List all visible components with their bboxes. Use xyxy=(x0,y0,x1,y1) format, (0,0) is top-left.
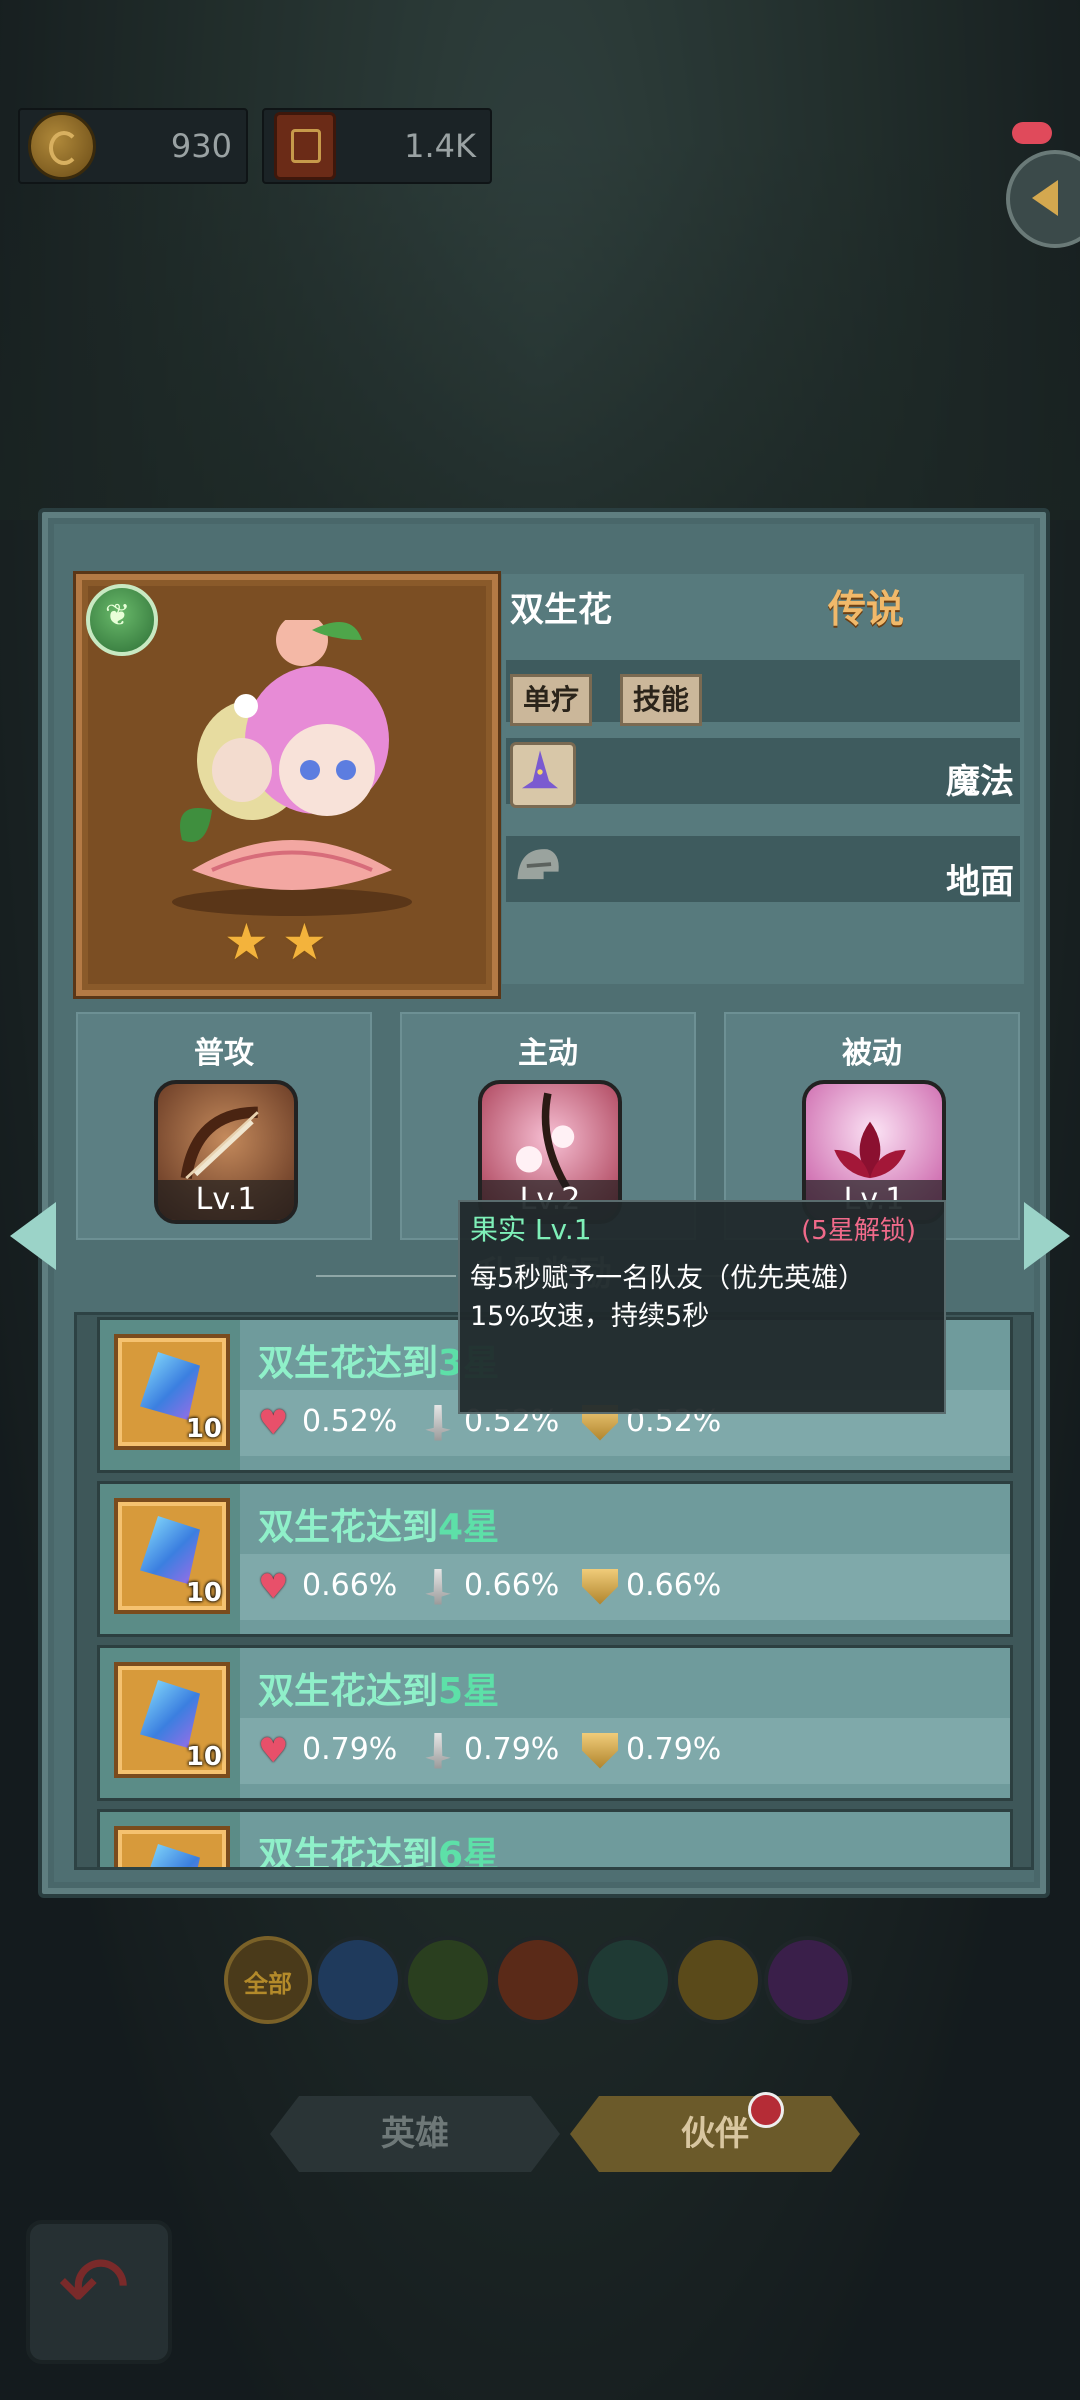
filter-holy-icon[interactable] xyxy=(674,1936,762,2024)
reward-title: 双生花达到4星 xyxy=(258,1507,500,1548)
heart-icon: ♥ xyxy=(258,1566,289,1607)
reward-title: 双生花达到6星 xyxy=(258,1835,500,1870)
hero-name: 双生花 xyxy=(510,590,612,630)
defense-stat: 0.66% xyxy=(582,1568,721,1605)
attack-stat: 0.79% xyxy=(420,1732,559,1769)
shield-icon xyxy=(582,1732,618,1769)
filter-frost-icon[interactable] xyxy=(314,1936,402,2024)
heart-icon: ♥ xyxy=(258,1730,289,1771)
gem-quantity: 10 xyxy=(185,1414,222,1444)
reward-stats: ♥ 0.66% 0.66% 0.66% xyxy=(240,1554,1010,1620)
filter-all-button[interactable]: 全部 xyxy=(224,1936,312,2024)
reward-item: 10 双生花达到5星 ♥ 0.79% 0.79% 0.79% xyxy=(97,1645,1013,1801)
tooltip-skill-name: 果实 Lv.1 xyxy=(470,1213,592,1246)
sword-icon xyxy=(425,1568,451,1605)
gold-counter: 930 xyxy=(18,108,248,184)
sword-icon xyxy=(425,1404,451,1441)
hp-stat: ♥ 0.52% xyxy=(258,1402,398,1443)
tab-partner[interactable]: 伙伴 xyxy=(570,2096,860,2172)
reward-stats: ♥ 0.79% 0.79% 0.79% xyxy=(240,1718,1010,1784)
next-hero-arrow-icon[interactable] xyxy=(1012,1196,1076,1276)
hp-stat: ♥ 0.66% xyxy=(258,1566,398,1607)
attack-type-label: 魔法 xyxy=(946,762,1014,802)
book-value: 1.4K xyxy=(404,127,476,165)
hero-info: 双生花 传说 单疗 技能 魔法 地面 xyxy=(502,574,1024,984)
gem-quantity: 10 xyxy=(185,1578,222,1608)
notification-badge[interactable] xyxy=(1012,122,1052,144)
skill-normal-attack[interactable]: 普攻 Lv.1 xyxy=(76,1012,372,1240)
skill-level: Lv.1 xyxy=(158,1180,294,1220)
helmet-icon xyxy=(510,838,570,898)
gold-value: 930 xyxy=(170,127,232,165)
attack-stat: 0.66% xyxy=(420,1568,559,1605)
tooltip-description: 每5秒赋予一名队友（优先英雄） 15%攻速，持续5秒 xyxy=(470,1263,866,1332)
heart-icon: ♥ xyxy=(258,1402,289,1443)
filter-spirit-icon[interactable] xyxy=(584,1936,672,2024)
notification-dot xyxy=(748,2092,784,2128)
prev-hero-arrow-icon[interactable] xyxy=(4,1196,68,1276)
filter-beast-icon[interactable] xyxy=(494,1936,582,2024)
wizard-hat-icon xyxy=(510,742,576,808)
sword-icon xyxy=(425,1732,451,1769)
skill-title: 普攻 xyxy=(194,1036,254,1071)
reward-title: 双生花达到5星 xyxy=(258,1671,500,1712)
skill-title: 被动 xyxy=(842,1036,902,1071)
book-counter: 1.4K xyxy=(262,108,492,184)
book-icon xyxy=(274,112,336,180)
gem-icon: 10 xyxy=(114,1662,230,1778)
gem-icon: 10 xyxy=(114,1826,230,1867)
shield-icon xyxy=(582,1568,618,1605)
position-type-label: 地面 xyxy=(946,862,1014,902)
hero-rarity: 传说 xyxy=(827,587,904,631)
hero-character-art xyxy=(172,620,412,916)
bow-icon[interactable]: Lv.1 xyxy=(154,1080,298,1224)
skill-title: 主动 xyxy=(518,1036,578,1071)
gem-icon: 10 xyxy=(114,1334,230,1450)
star-icon: ★ xyxy=(224,913,269,971)
star-icon: ★ xyxy=(282,913,327,971)
tab-hero[interactable]: 英雄 xyxy=(270,2096,560,2172)
tag-single-heal: 单疗 xyxy=(510,674,593,726)
gem-quantity: 10 xyxy=(185,1742,222,1772)
filter-eye-icon[interactable] xyxy=(764,1936,852,2024)
tag-skill: 技能 xyxy=(620,674,703,726)
gold-coin-icon xyxy=(28,112,96,180)
faction-filter-bar: 全部 xyxy=(176,1926,896,2024)
hero-portrait: ★ ★ xyxy=(76,574,498,996)
nature-element-icon xyxy=(86,584,158,656)
gem-icon: 10 xyxy=(114,1498,230,1614)
defense-stat: 0.79% xyxy=(582,1732,721,1769)
hp-stat: ♥ 0.79% xyxy=(258,1730,398,1771)
reward-item: 10 双生花达到4星 ♥ 0.66% 0.66% 0.66% xyxy=(97,1481,1013,1637)
back-arrow-icon[interactable] xyxy=(26,2220,172,2364)
reward-item: 10 双生花达到6星 xyxy=(97,1809,1013,1870)
filter-nature-icon[interactable] xyxy=(404,1936,492,2024)
tooltip-unlock-condition: (5星解锁) xyxy=(801,1216,916,1246)
bottom-tabs: 英雄 伙伴 xyxy=(270,2092,860,2172)
skill-tooltip: 果实 Lv.1 (5星解锁) 每5秒赋予一名队友（优先英雄） 15%攻速，持续5… xyxy=(458,1200,946,1414)
